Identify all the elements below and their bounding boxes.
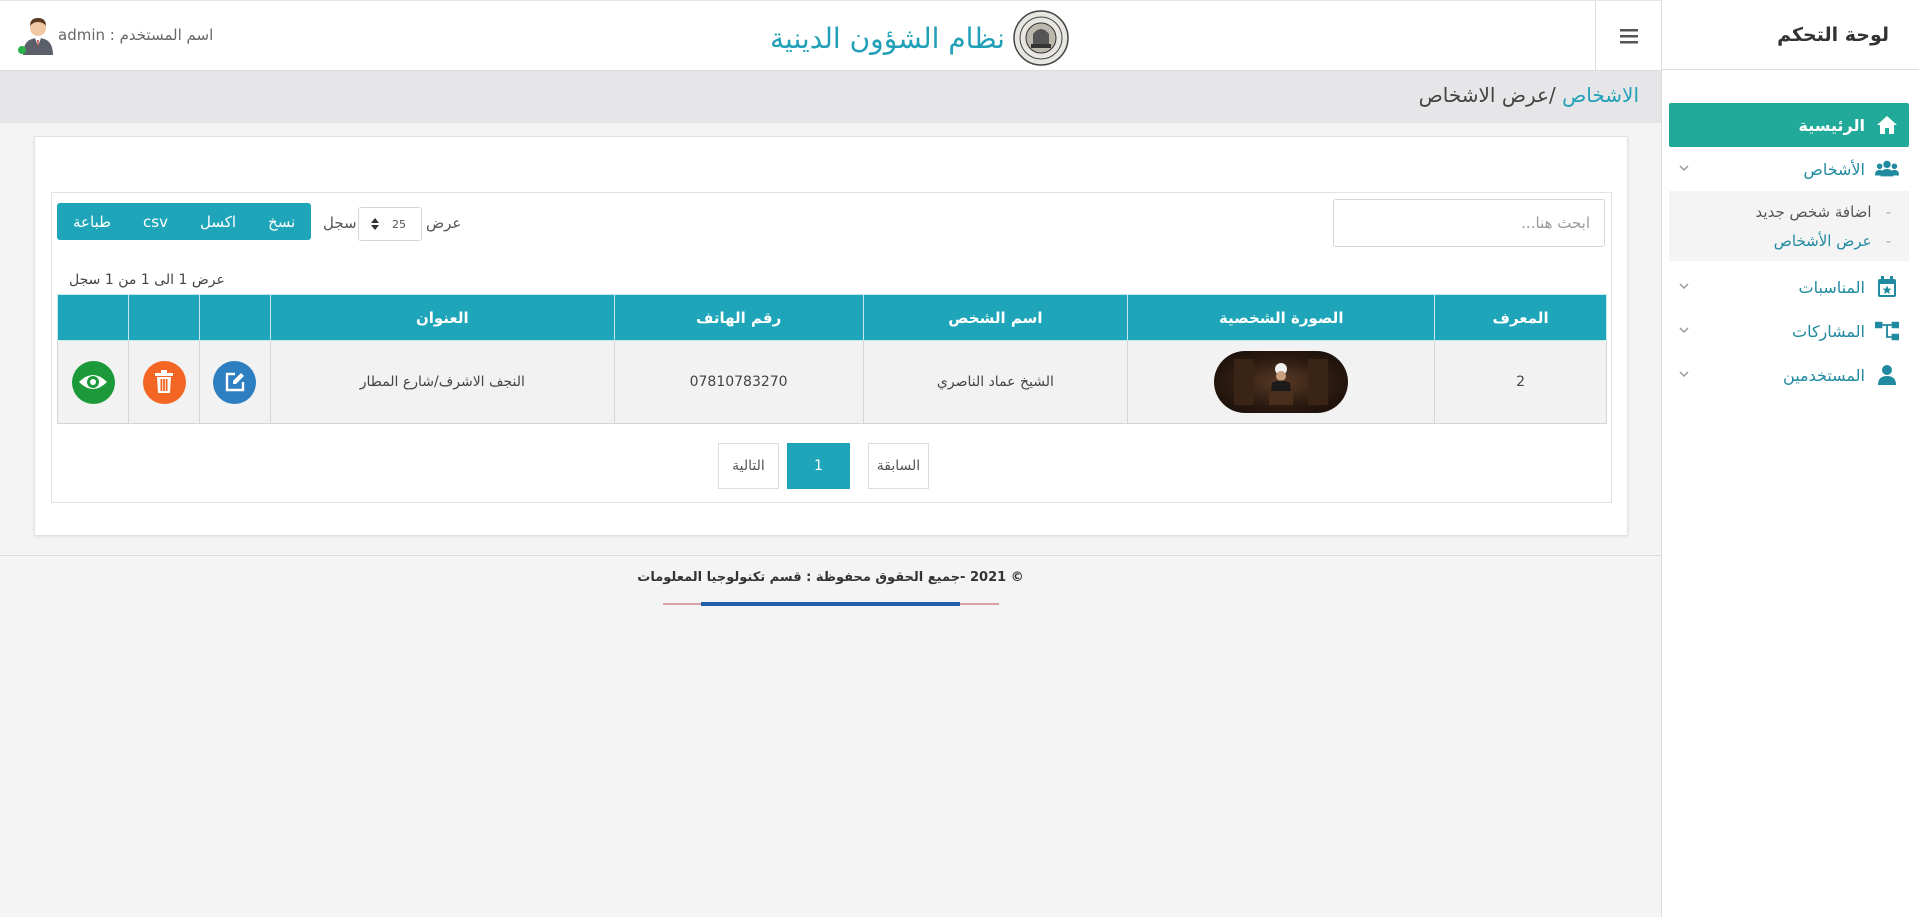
- online-status-dot: [18, 46, 26, 54]
- sidebar-item-participations[interactable]: المشاركات: [1669, 309, 1909, 353]
- pagination-page-button[interactable]: 1: [787, 443, 850, 489]
- view-button[interactable]: [71, 360, 115, 404]
- column-header-id[interactable]: المعرف: [1434, 294, 1607, 341]
- sidebar-item-label: الأشخاص: [1803, 159, 1865, 179]
- sidebar: لوحة التحكم الرئيسية الأشخاص - اضافة شخص…: [1661, 0, 1919, 917]
- sidebar-item-home[interactable]: الرئيسية: [1669, 103, 1909, 147]
- edit-button[interactable]: [213, 360, 257, 404]
- top-bar: نظام الشؤون الدينية اسم المستخدم : admin: [0, 0, 1661, 71]
- eye-icon: [79, 375, 108, 389]
- chevron-down-icon: [1679, 165, 1689, 172]
- sort-arrows-icon: [371, 218, 379, 230]
- cell-id: 2: [1434, 340, 1607, 424]
- dash-icon: -: [1885, 231, 1891, 250]
- chevron-down-icon: [1679, 371, 1689, 378]
- column-header-delete: [128, 294, 200, 341]
- sidebar-item-label: المناسبات: [1798, 277, 1865, 297]
- breadcrumb: الاشخاص /عرض الاشخاص: [1419, 83, 1639, 107]
- submenu-label: عرض الأشخاص: [1773, 231, 1872, 250]
- pagination-prev-button[interactable]: السابقة: [868, 443, 929, 489]
- cell-edit: [199, 340, 271, 424]
- submenu-view-persons[interactable]: - عرض الأشخاص: [1669, 226, 1909, 255]
- column-header-name[interactable]: اسم الشخص: [862, 294, 1129, 341]
- seal-logo-icon: [1013, 10, 1069, 66]
- app-brand: نظام الشؤون الدينية: [770, 10, 1069, 66]
- datatable-wrapper: ابحث هنا... نسخ اكسل csv طباعة عرض 25 سج…: [51, 192, 1612, 503]
- column-header-photo[interactable]: الصورة الشخصية: [1127, 294, 1436, 341]
- profile-photo: [1214, 351, 1349, 413]
- search-placeholder: ابحث هنا...: [1521, 214, 1590, 232]
- breadcrumb-band: الاشخاص /عرض الاشخاص: [0, 71, 1661, 123]
- avatar[interactable]: [18, 15, 58, 55]
- column-header-view: [56, 294, 130, 341]
- username-label: اسم المستخدم : admin: [58, 26, 214, 44]
- cell-name: الشيخ عماد الناصري: [862, 340, 1129, 424]
- edit-icon: [225, 372, 245, 392]
- user-menu[interactable]: اسم المستخدم : admin: [18, 15, 225, 55]
- app-title: نظام الشؤون الدينية: [770, 21, 1005, 55]
- users-icon: [1875, 157, 1899, 181]
- sidebar-item-events[interactable]: المناسبات: [1669, 265, 1909, 309]
- table-header-row: المعرف الصورة الشخصية اسم الشخص رقم الها…: [56, 294, 1607, 341]
- footer-divider: [0, 555, 1661, 556]
- search-input[interactable]: ابحث هنا...: [1333, 199, 1605, 247]
- dash-icon: -: [1885, 202, 1891, 221]
- breadcrumb-parent-link[interactable]: الاشخاص: [1562, 83, 1639, 107]
- column-header-address[interactable]: العنوان: [269, 294, 615, 341]
- print-button[interactable]: طباعة: [57, 203, 127, 240]
- table-info: عرض 1 الى 1 من 1 سجل: [69, 272, 225, 288]
- column-header-edit: [199, 294, 271, 341]
- breadcrumb-current: عرض الاشخاص: [1418, 83, 1549, 107]
- records-label: سجل: [323, 214, 357, 232]
- user-icon: [1875, 363, 1899, 387]
- cell-phone: 07810783270: [613, 340, 864, 424]
- table-row: 2 الشيخ عماد الناصري 07810783270 النجف ا…: [56, 340, 1607, 424]
- hamburger-icon: [1619, 29, 1638, 44]
- calendar-star-icon: [1875, 275, 1899, 299]
- excel-button[interactable]: اكسل: [184, 203, 252, 240]
- csv-button[interactable]: csv: [127, 203, 184, 240]
- sidebar-item-label: المستخدمين: [1783, 365, 1865, 385]
- pagination-next-button[interactable]: التالية: [718, 443, 779, 489]
- footer-text: © 2021 -جميع الحقوق محفوظة : قسم تكنولوج…: [637, 570, 1024, 585]
- pagination: السابقة 1 التالية: [52, 443, 1611, 489]
- sidebar-item-label: المشاركات: [1792, 321, 1865, 341]
- menu-toggle-button[interactable]: [1595, 1, 1661, 71]
- cell-address: النجف الاشرف/شارع المطار: [269, 340, 615, 424]
- delete-button[interactable]: [142, 360, 186, 404]
- breadcrumb-separator: /: [1548, 83, 1563, 107]
- sidebar-item-users[interactable]: المستخدمين: [1669, 353, 1909, 397]
- show-label: عرض: [426, 214, 462, 232]
- sitemap-icon: [1875, 319, 1899, 343]
- page-length-select[interactable]: 25: [358, 207, 422, 241]
- persons-table: المعرف الصورة الشخصية اسم الشخص رقم الها…: [56, 294, 1607, 424]
- sidebar-menu: الرئيسية الأشخاص - اضافة شخص جديد - عرض …: [1669, 103, 1909, 397]
- column-header-phone[interactable]: رقم الهاتف: [613, 294, 864, 341]
- copy-button[interactable]: نسخ: [252, 203, 311, 240]
- cell-view: [56, 340, 130, 424]
- cell-photo: [1127, 340, 1436, 424]
- chevron-down-icon: [1679, 327, 1689, 334]
- chevron-down-icon: [1679, 283, 1689, 290]
- sidebar-item-label: الرئيسية: [1798, 115, 1866, 135]
- footer-accent-line: [663, 602, 999, 606]
- sidebar-brand: لوحة التحكم: [1662, 0, 1919, 70]
- content-card: ابحث هنا... نسخ اكسل csv طباعة عرض 25 سج…: [34, 136, 1628, 536]
- export-button-group: نسخ اكسل csv طباعة: [57, 203, 312, 240]
- submenu-add-person[interactable]: - اضافة شخص جديد: [1669, 197, 1909, 226]
- trash-icon: [155, 370, 174, 393]
- home-icon: [1875, 113, 1899, 137]
- cell-delete: [128, 340, 200, 424]
- persons-submenu: - اضافة شخص جديد - عرض الأشخاص: [1669, 191, 1909, 261]
- sidebar-item-persons[interactable]: الأشخاص: [1669, 147, 1909, 191]
- page-length-value: 25: [392, 217, 406, 231]
- submenu-label: اضافة شخص جديد: [1755, 202, 1872, 221]
